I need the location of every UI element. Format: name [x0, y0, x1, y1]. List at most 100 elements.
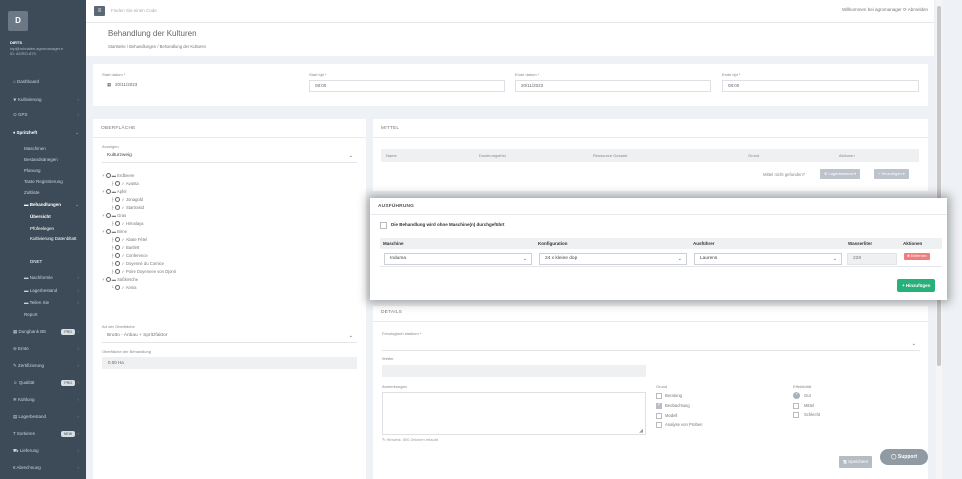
- sidebar-item-gps[interactable]: ⊙ GPS ‹: [0, 108, 86, 121]
- tree-leaf[interactable]: ├ ✓ Doyenné du Comice: [111, 261, 164, 266]
- end-time-field[interactable]: 08:00: [722, 80, 919, 92]
- show-label: Anzeigen: [102, 144, 119, 149]
- start-time-field[interactable]: 08:00: [309, 80, 505, 92]
- mittel-not-found: Mittel nicht gefunden?: [763, 172, 806, 177]
- folder-icon: ▬: [111, 213, 116, 218]
- folder-icon: ▬: [111, 229, 116, 234]
- notes-textarea[interactable]: ◢: [382, 392, 646, 435]
- breadcrumb[interactable]: Startseite / Behandlungen / Behandlung d…: [108, 44, 206, 49]
- tree-node[interactable]: + ▬ Süßkirsche: [102, 277, 138, 282]
- execution-table-header: Maschine Konfiguration Ausführer Wasserl…: [380, 238, 942, 249]
- leaf-icon: ✓: [121, 181, 125, 186]
- sidebar-item-datenblatt[interactable]: Kultivierung Datenbltatt: [0, 236, 86, 246]
- surface-area-field: 0.00 Ha: [102, 357, 357, 369]
- sidebar-item-dnet[interactable]: DNET: [0, 255, 86, 268]
- surface-card: OBERFLÄCHE Anzeigen Kulturzweig ⌄ + ▬ Erd…: [93, 119, 366, 479]
- sidebar-item-zertifizierung[interactable]: ✎ Zertifizierung ‹: [0, 359, 86, 372]
- add-machine-button[interactable]: + Hinzufügen: [897, 279, 936, 292]
- no-machine-label: Die Behandlung wird ohne Maschine(n) dur…: [391, 222, 505, 227]
- sidebar-item-dungbank[interactable]: ▦ Dungbank BE PRO ‹: [0, 325, 86, 338]
- sidebar-item-abrechnung[interactable]: € Abrechnung ‹: [0, 461, 86, 474]
- tree-node[interactable]: + ▬ Apfel: [102, 189, 126, 194]
- sidebar-item-spritzheft[interactable]: ♦ Spritzheft ⌄: [0, 126, 86, 139]
- sidebar-item-lagerbestand[interactable]: ▤ Lagerbestand ‹: [0, 410, 86, 423]
- add-mittel-button[interactable]: + Hinzufügen ▾: [874, 169, 909, 179]
- water-liters-field[interactable]: 228: [847, 253, 897, 265]
- tree-leaf[interactable]: ├ ✓ Startrasid: [111, 205, 144, 210]
- stock-button[interactable]: ⊕ Lagerbestand ▾: [820, 169, 861, 179]
- leaf-icon: ✓: [121, 245, 125, 250]
- reason-beobachtung-checkbox[interactable]: ✓: [656, 402, 662, 409]
- show-select[interactable]: Kulturzweig ⌄: [102, 151, 357, 163]
- surface-type-label: Art der Oberfläche: [102, 324, 135, 329]
- configuration-select[interactable]: 24 x kleine dop ⌄: [539, 253, 687, 265]
- leaf-icon: ✓: [121, 261, 125, 266]
- stage-select[interactable]: ⌄: [382, 339, 920, 351]
- tree-leaf[interactable]: ├ ✓ Jonagold: [111, 197, 143, 202]
- truck-icon: ⛟: [13, 448, 20, 453]
- surface-type-select[interactable]: Brutto - Anbau + Spritzfaktor ⌄: [102, 331, 357, 343]
- tree-leaf[interactable]: └ ✓ Annia: [111, 285, 136, 290]
- leaf-icon: ✓: [121, 237, 125, 242]
- tree-leaf[interactable]: ├ ✓ Avanta: [111, 181, 139, 186]
- weather-label: Wetter: [382, 356, 394, 361]
- chevron-down-icon: ⌄: [75, 130, 79, 135]
- notes-label: Anmerkungen: [382, 384, 407, 389]
- stage-label: Fenologisch stadium *: [382, 331, 422, 336]
- tree-leaf[interactable]: ├ ✓ Conference: [111, 253, 148, 258]
- sidebar-item-lieferung[interactable]: ⛟ Lieferung ‹: [0, 444, 86, 457]
- chevron-left-icon: ‹: [77, 112, 80, 117]
- end-time-label: Ende bjd *: [722, 72, 741, 77]
- tree-leaf[interactable]: ├ ✓ Abate Fétel: [111, 237, 147, 242]
- start-time-label: Start bjd *: [309, 72, 327, 77]
- company-logo: D: [8, 11, 28, 31]
- sidebar-item-report[interactable]: Report: [0, 308, 86, 321]
- end-date-field[interactable]: 20/11/2023: [515, 80, 711, 92]
- executor-select[interactable]: Laurens ⌄: [694, 253, 842, 265]
- topbar-user-actions[interactable]: Willkommen bei agromanager ⟳ Abmelden: [842, 7, 928, 13]
- save-button[interactable]: 🖫 Speichern: [839, 456, 873, 468]
- execution-panel: AUSFÜHRUNG Die Behandlung wird ohne Masc…: [370, 198, 947, 300]
- start-date-label: Start datum *: [102, 72, 126, 77]
- support-button[interactable]: ◯ Support: [880, 449, 928, 465]
- sidebar-item-ernte[interactable]: ⊖ Ernte ‹: [0, 342, 86, 355]
- tree-leaf[interactable]: ├ ✓ Bartlett: [111, 245, 139, 250]
- tree-node[interactable]: + ▬ Birne: [102, 229, 127, 234]
- mittel-card: MITTEL Name Dosierungsfrist Ressource Ge…: [373, 119, 928, 191]
- sidebar-item-dashboard[interactable]: ⌂ Dashboard: [0, 75, 86, 88]
- scrollbar-thumb[interactable]: [937, 6, 941, 366]
- chevron-down-icon: ⌄: [522, 256, 527, 262]
- new-badge: NEW: [60, 430, 75, 437]
- leaf-icon: ✓: [121, 285, 125, 290]
- reason-analyse-checkbox[interactable]: [656, 422, 662, 428]
- effect-schlecht-radio[interactable]: [793, 412, 799, 418]
- check-icon: ✓: [795, 391, 800, 397]
- user-id: ID: AGRO-870: [10, 51, 36, 56]
- weather-field[interactable]: [382, 365, 646, 377]
- reason-beratung-checkbox[interactable]: [656, 393, 662, 399]
- sidebar-item-kultivierung[interactable]: ❦ Kultivierung ‹: [0, 93, 86, 106]
- machine-select[interactable]: Induma ⌄: [384, 253, 532, 265]
- sidebar-item-nachformle[interactable]: ▬ Nachformle ‹: [0, 271, 86, 284]
- tree-node[interactable]: + ▬ Erdbeere: [102, 173, 134, 178]
- no-machine-checkbox[interactable]: [380, 222, 387, 229]
- sidebar-item-kuehlung[interactable]: ❄ Kühlung ‹: [0, 393, 86, 406]
- date-card: Start datum * ▦ 20/11/2023 Start bjd * 0…: [93, 64, 928, 106]
- tree-node[interactable]: + ▬ Gras: [102, 213, 126, 218]
- tree-leaf[interactable]: ├ ✓ Poire Doyennee von Djonri: [111, 269, 176, 274]
- start-date-field[interactable]: ▦ 20/11/2023: [102, 80, 294, 92]
- leaf-icon: ✓: [121, 253, 125, 258]
- sidebar-item-qualitaet[interactable]: ☺ Qualität PRO ‹: [0, 376, 86, 389]
- effect-gut-radio[interactable]: ✓: [793, 391, 800, 399]
- resize-handle-icon[interactable]: ◢: [639, 428, 643, 434]
- code-search-input[interactable]: Finden Sie einen Code: [111, 8, 157, 13]
- menu-toggle-button[interactable]: ≡: [94, 6, 105, 16]
- chevron-down-icon: ⌄: [911, 341, 916, 347]
- sidebar-item-pfueflegen[interactable]: Pfüfeelegen: [0, 222, 86, 235]
- sidebar-item-sortieren[interactable]: T Sortieren NEW ‹: [0, 427, 86, 440]
- tree-leaf[interactable]: ├ ✓ Himalaya: [111, 221, 143, 226]
- remove-machine-button[interactable]: ✖ Entfernen: [904, 253, 930, 260]
- reason-modell-checkbox[interactable]: [656, 413, 662, 419]
- chevron-down-icon: ⌄: [832, 256, 837, 262]
- effect-mittel-radio[interactable]: [793, 403, 799, 409]
